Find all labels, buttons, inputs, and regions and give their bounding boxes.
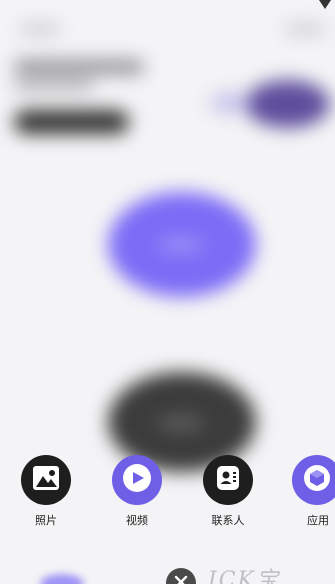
share-app-circle [292, 455, 335, 505]
watermark-logo: ICK宝 [208, 568, 280, 584]
big-purple-blob-label [160, 240, 202, 250]
status-bar-right-blur [285, 24, 325, 34]
share-strip: 照片 视频 联系人 应用 [0, 455, 335, 530]
title-line-2-blur [14, 80, 94, 90]
purple-small-blob [245, 80, 330, 128]
share-app-label: 应用 [307, 514, 329, 527]
close-icon [174, 574, 188, 584]
share-video-circle [112, 455, 162, 505]
screen: 照片 视频 联系人 应用 ICK宝 [0, 0, 335, 584]
app-cube-icon [302, 463, 332, 497]
bottom-area: ICK宝 [0, 560, 335, 584]
photo-icon [31, 463, 61, 497]
share-video-label: 视频 [126, 514, 148, 527]
play-icon [121, 462, 153, 498]
share-photo[interactable]: 照片 [16, 455, 76, 530]
share-contact-circle [203, 455, 253, 505]
dark-blob-label [160, 418, 202, 428]
status-signal-icon [319, 0, 331, 9]
purple-faint-blob [210, 92, 250, 114]
share-video[interactable]: 视频 [107, 455, 167, 530]
title-line-1-blur [14, 60, 144, 74]
share-photo-label: 照片 [35, 514, 57, 527]
pill-button-blur [14, 110, 129, 134]
close-button[interactable] [166, 568, 196, 584]
share-photo-circle [21, 455, 71, 505]
status-bar-left-blur [20, 24, 60, 34]
share-contact[interactable]: 联系人 [198, 455, 258, 530]
share-contact-label: 联系人 [211, 514, 245, 527]
bottom-purple-blob [40, 574, 84, 584]
contact-icon [213, 463, 243, 497]
share-app[interactable]: 应用 [287, 455, 335, 530]
